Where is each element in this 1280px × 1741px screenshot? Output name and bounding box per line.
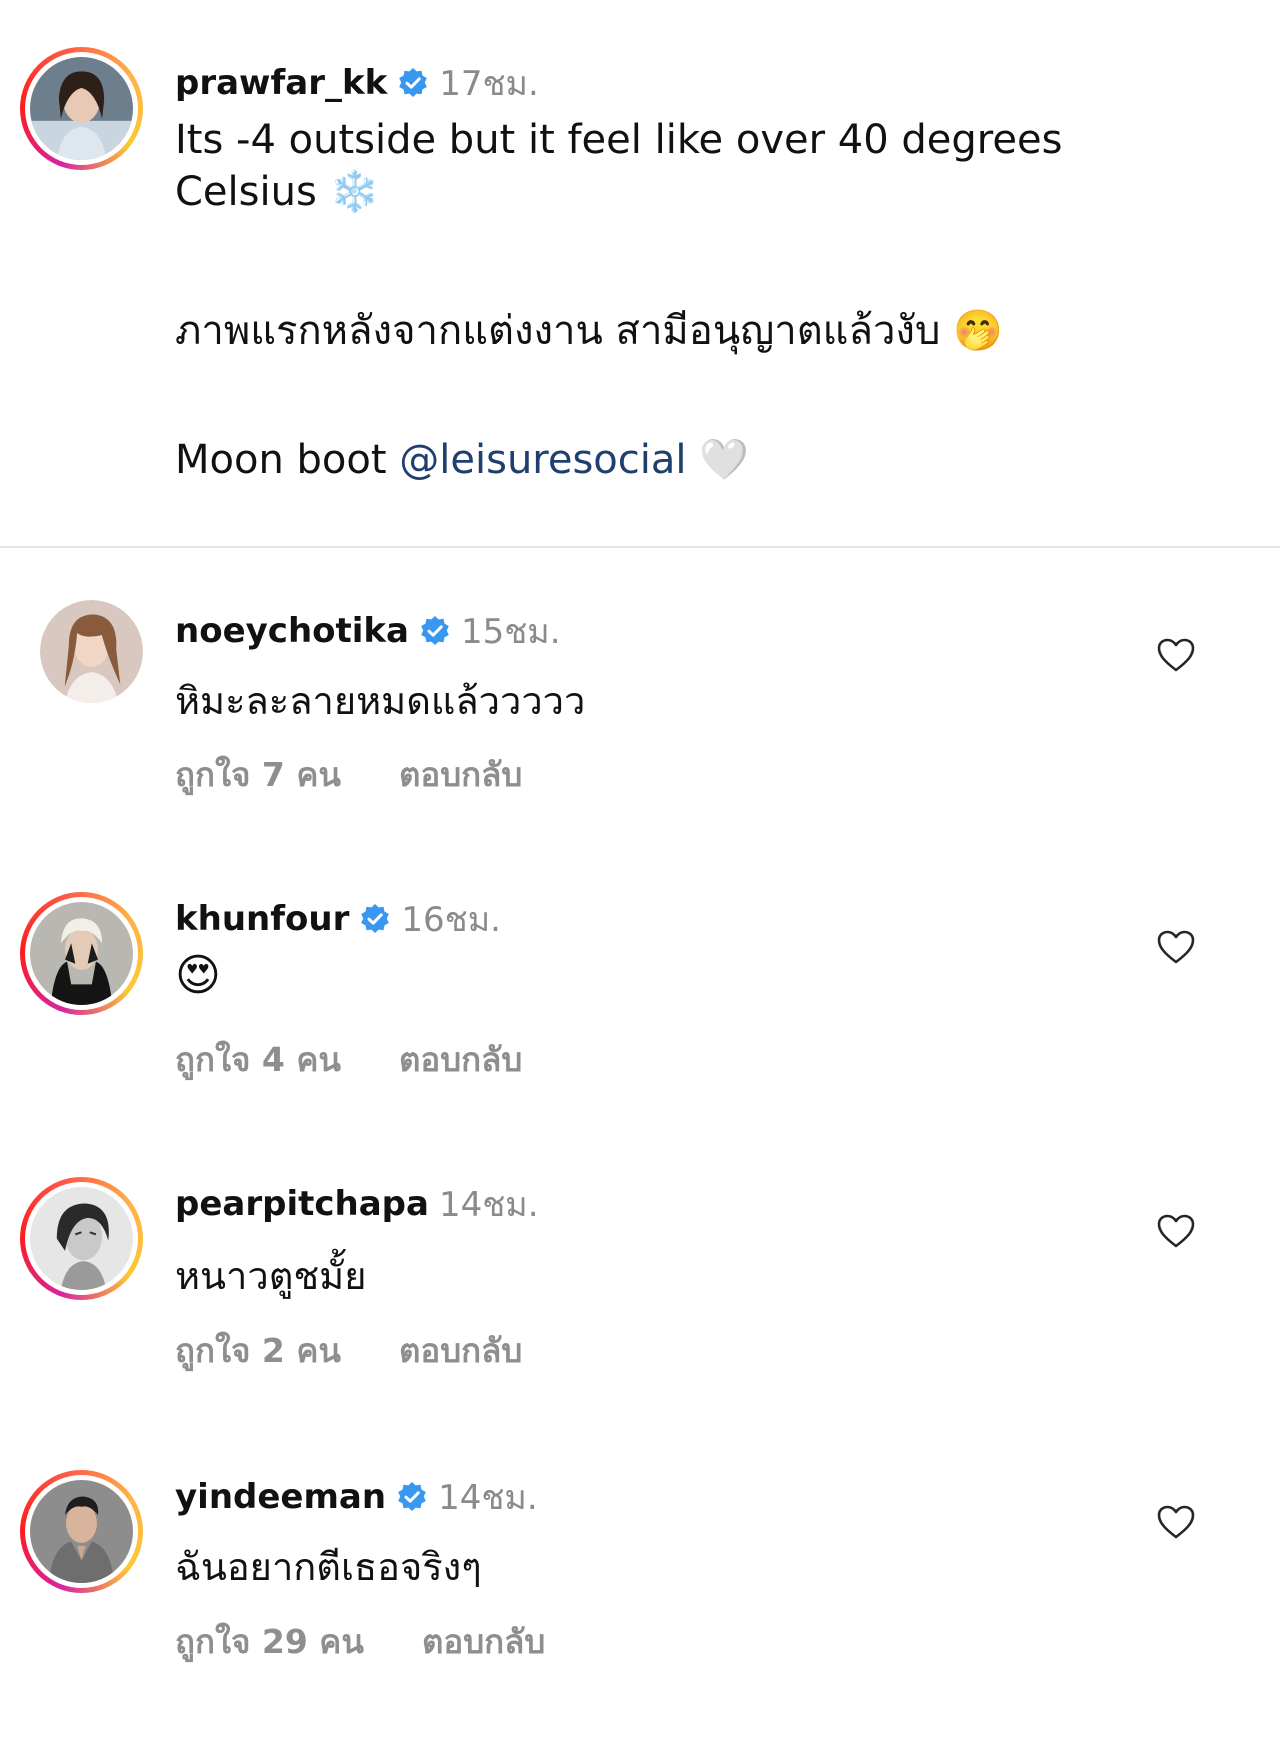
caption-moon-boot-text: Moon boot — [175, 437, 387, 483]
avatar-photo — [30, 902, 133, 1005]
username[interactable]: khunfour — [175, 899, 349, 939]
avatar[interactable] — [20, 47, 143, 170]
caption-line-2: Celsius ❄️ — [175, 166, 379, 218]
caption-thai-line: ภาพแรกหลังจากแต่งงาน สามีอนุญาตแล้วงับ 🤭 — [175, 305, 1003, 357]
post-time: 17ชม. — [439, 64, 539, 104]
username[interactable]: noeychotika — [175, 611, 409, 651]
avatar[interactable] — [40, 600, 143, 703]
avatar-photo — [30, 57, 133, 160]
reply-button[interactable]: ตอบกลับ — [399, 748, 522, 801]
username[interactable]: yindeeman — [175, 1477, 386, 1517]
caption-moon-boot-line: Moon boot @leisuresocial 🤍 — [175, 434, 749, 486]
avatar[interactable] — [20, 892, 143, 1015]
avatar-photo — [40, 600, 143, 703]
username[interactable]: pearpitchapa — [175, 1184, 429, 1224]
caption-text: Celsius — [175, 169, 317, 215]
avatar-photo — [30, 1187, 133, 1290]
username[interactable]: prawfar_kk — [175, 63, 387, 103]
comment-header: khunfour 16ชม. — [175, 892, 501, 946]
avatar[interactable] — [20, 1177, 143, 1300]
comment-meta: ถูกใจ 29 คน ตอบกลับ — [175, 1615, 545, 1668]
comment-time: 15ชม. — [460, 612, 561, 652]
comment-header: noeychotika 15ชม. — [175, 604, 561, 658]
avatar[interactable] — [20, 1470, 143, 1593]
avatar-photo — [30, 1480, 133, 1583]
post-header: prawfar_kk 17ชม. — [175, 56, 539, 110]
like-count[interactable]: ถูกใจ 29 คน — [175, 1615, 364, 1668]
comment-time: 14ชม. — [438, 1478, 538, 1518]
like-count[interactable]: ถูกใจ 4 คน — [175, 1033, 341, 1086]
comment-text: ฉันอยากตีเธอจริงๆ — [175, 1545, 482, 1589]
white-heart-emoji: 🤍 — [699, 437, 750, 483]
snowflake-emoji: ❄️ — [329, 169, 380, 215]
verified-badge-icon — [359, 903, 391, 935]
verified-badge-icon — [397, 67, 429, 99]
caption-line-1: Its -4 outside but it feel like over 40 … — [175, 117, 1063, 163]
comment-time: 14ชม. — [438, 1185, 539, 1225]
like-count[interactable]: ถูกใจ 7 คน — [175, 748, 341, 801]
divider — [0, 546, 1280, 548]
comment-time: 16ชม. — [401, 900, 501, 940]
comment-header: pearpitchapa 14ชม. — [175, 1177, 539, 1231]
reply-button[interactable]: ตอบกลับ — [422, 1615, 545, 1668]
mention-link[interactable]: @leisuresocial — [399, 437, 686, 483]
comment-text: 😍 — [175, 950, 221, 1001]
heart-outline-icon[interactable] — [1156, 1213, 1196, 1249]
comment-meta: ถูกใจ 2 คน ตอบกลับ — [175, 1324, 522, 1377]
comment-header: yindeeman 14ชม. — [175, 1470, 538, 1524]
reply-button[interactable]: ตอบกลับ — [399, 1324, 522, 1377]
comment-text: หิมะละลายหมดแล้ววววว — [175, 679, 586, 723]
verified-badge-icon — [419, 615, 451, 647]
hand-over-mouth-emoji: 🤭 — [953, 308, 1003, 354]
heart-outline-icon[interactable] — [1156, 1504, 1196, 1540]
comment-text: หนาวตูชมั้ย — [175, 1254, 367, 1298]
reply-button[interactable]: ตอบกลับ — [399, 1033, 522, 1086]
caption-thai-text: ภาพแรกหลังจากแต่งงาน สามีอนุญาตแล้วงับ — [175, 308, 941, 354]
like-count[interactable]: ถูกใจ 2 คน — [175, 1324, 341, 1377]
verified-badge-icon — [396, 1481, 428, 1513]
comment-meta: ถูกใจ 7 คน ตอบกลับ — [175, 748, 522, 801]
comment-meta: ถูกใจ 4 คน ตอบกลับ — [175, 1033, 522, 1086]
heart-outline-icon[interactable] — [1156, 637, 1196, 673]
heart-outline-icon[interactable] — [1156, 929, 1196, 965]
